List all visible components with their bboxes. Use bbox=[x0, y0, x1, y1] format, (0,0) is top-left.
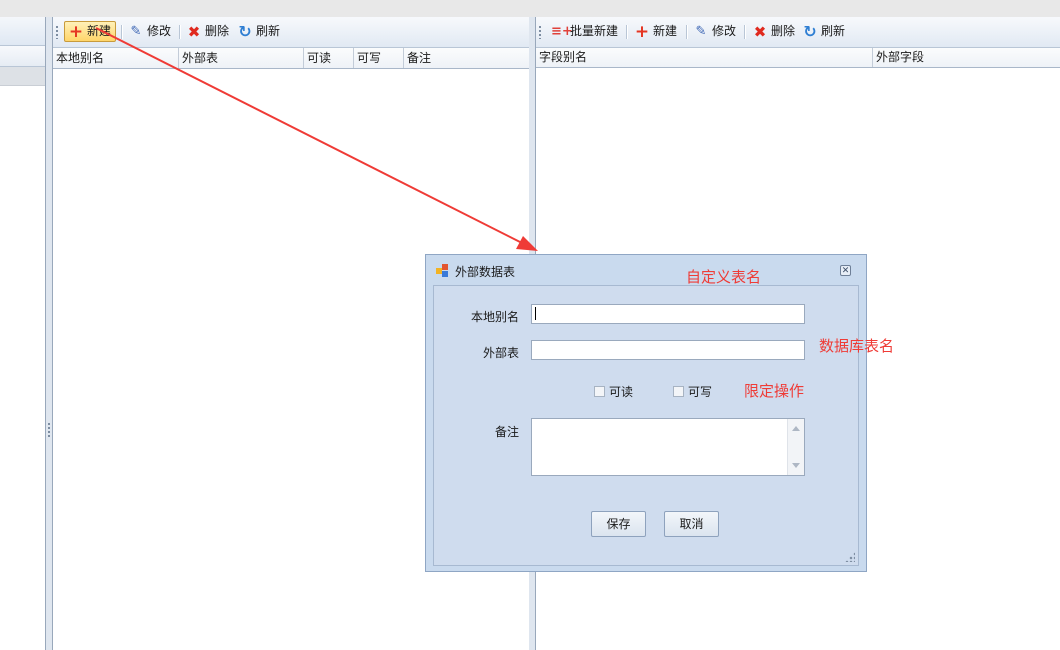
delete-x-icon: ✖ bbox=[187, 22, 201, 41]
toolbar-grip[interactable] bbox=[539, 26, 541, 39]
plus-icon: + bbox=[68, 21, 84, 42]
edit-pencil-icon: ✎ bbox=[130, 23, 142, 39]
writable-checkbox-box[interactable] bbox=[673, 386, 684, 397]
dialog-title-bar[interactable]: 外部数据表 ✕ bbox=[426, 255, 866, 285]
column-header-readable[interactable]: 可读 bbox=[304, 48, 354, 68]
column-header-field-alias[interactable]: 字段别名 bbox=[536, 48, 873, 67]
refresh-button-label: 刷新 bbox=[256, 24, 281, 38]
refresh-icon: ↻ bbox=[803, 21, 817, 41]
field-delete-button[interactable]: ✖ 删除 bbox=[749, 21, 799, 42]
resize-grip-icon[interactable] bbox=[845, 552, 855, 562]
writable-checkbox-label: 可写 bbox=[688, 385, 713, 399]
refresh-icon: ↻ bbox=[238, 21, 252, 41]
remark-textarea[interactable] bbox=[531, 418, 805, 476]
field-new-button[interactable]: + 新建 bbox=[631, 21, 681, 42]
column-header-external-field[interactable]: 外部字段 bbox=[873, 48, 1060, 67]
external-table-dialog: 外部数据表 ✕ 本地别名 外部表 可读 可写 备注 保存 取消 bbox=[425, 254, 867, 572]
toolbar-separator bbox=[686, 25, 688, 39]
toolbar-separator bbox=[626, 25, 628, 39]
dialog-body: 本地别名 外部表 可读 可写 备注 保存 取消 bbox=[433, 285, 859, 566]
toolbar-separator bbox=[179, 25, 181, 39]
external-table-label: 外部表 bbox=[483, 346, 520, 360]
readable-checkbox-box[interactable] bbox=[594, 386, 605, 397]
external-tables-grid-header: 本地别名 外部表 可读 可写 备注 bbox=[53, 48, 530, 69]
delete-button-label: 删除 bbox=[205, 24, 230, 38]
column-header-remark[interactable]: 备注 bbox=[404, 48, 528, 68]
close-icon[interactable]: ✕ bbox=[840, 265, 851, 276]
scroll-down-icon[interactable] bbox=[792, 463, 800, 468]
batch-new-button[interactable]: ≡+ 批量新建 bbox=[548, 21, 622, 42]
field-edit-button[interactable]: ✎ 修改 bbox=[690, 21, 740, 42]
annotation-database-table-name: 数据库表名 bbox=[819, 337, 895, 355]
readable-checkbox-label: 可读 bbox=[609, 385, 634, 399]
left-tree-panel bbox=[0, 17, 46, 650]
dialog-title: 外部数据表 bbox=[455, 265, 516, 279]
save-button[interactable]: 保存 bbox=[591, 511, 646, 537]
writable-checkbox[interactable]: 可写 bbox=[673, 383, 712, 400]
left-tree-toolbar bbox=[0, 17, 45, 46]
column-header-external-table[interactable]: 外部表 bbox=[179, 48, 304, 68]
remark-scrollbar[interactable] bbox=[787, 419, 804, 475]
left-tree-selected-row[interactable] bbox=[0, 67, 45, 86]
edit-button-label: 修改 bbox=[147, 24, 172, 38]
new-button[interactable]: + 新建 bbox=[64, 21, 117, 42]
batch-add-icon: ≡+ bbox=[551, 23, 573, 39]
annotation-limit-operation: 限定操作 bbox=[744, 382, 805, 400]
splitter-grip[interactable] bbox=[48, 423, 50, 439]
field-new-button-label: 新建 bbox=[653, 24, 678, 38]
edit-button[interactable]: ✎ 修改 bbox=[125, 21, 175, 42]
plus-icon: + bbox=[634, 21, 650, 42]
batch-new-button-label: 批量新建 bbox=[570, 24, 619, 38]
edit-pencil-icon: ✎ bbox=[695, 23, 707, 39]
fields-grid-header: 字段别名 外部字段 bbox=[536, 48, 1060, 68]
field-refresh-button-label: 刷新 bbox=[821, 24, 846, 38]
scroll-up-icon[interactable] bbox=[792, 426, 800, 431]
field-refresh-button[interactable]: ↻ 刷新 bbox=[799, 21, 849, 42]
column-header-writable[interactable]: 可写 bbox=[354, 48, 404, 68]
table-app-icon bbox=[436, 264, 450, 278]
local-alias-label: 本地别名 bbox=[471, 310, 520, 324]
external-table-input[interactable] bbox=[531, 340, 805, 360]
fields-toolbar: ≡+ 批量新建 + 新建 ✎ 修改 ✖ 删除 ↻ 刷新 bbox=[536, 17, 1060, 48]
left-tree-header bbox=[0, 46, 45, 67]
remark-label: 备注 bbox=[495, 425, 520, 439]
delete-x-icon: ✖ bbox=[753, 22, 767, 41]
field-edit-button-label: 修改 bbox=[712, 24, 737, 38]
delete-button[interactable]: ✖ 删除 bbox=[183, 21, 233, 42]
toolbar-separator bbox=[121, 25, 123, 39]
readable-checkbox[interactable]: 可读 bbox=[594, 383, 633, 400]
text-caret bbox=[535, 307, 536, 320]
toolbar-grip[interactable] bbox=[56, 26, 58, 39]
refresh-button[interactable]: ↻ 刷新 bbox=[234, 21, 284, 42]
external-tables-toolbar: + 新建 ✎ 修改 ✖ 删除 ↻ 刷新 bbox=[53, 17, 530, 48]
new-button-label: 新建 bbox=[87, 24, 112, 38]
local-alias-input[interactable] bbox=[531, 304, 805, 324]
annotation-custom-table-name: 自定义表名 bbox=[686, 268, 762, 286]
window-top-strip bbox=[0, 0, 1060, 18]
cancel-button[interactable]: 取消 bbox=[664, 511, 719, 537]
column-header-local-alias[interactable]: 本地别名 bbox=[53, 48, 179, 68]
field-delete-button-label: 删除 bbox=[771, 24, 796, 38]
toolbar-separator bbox=[744, 25, 746, 39]
